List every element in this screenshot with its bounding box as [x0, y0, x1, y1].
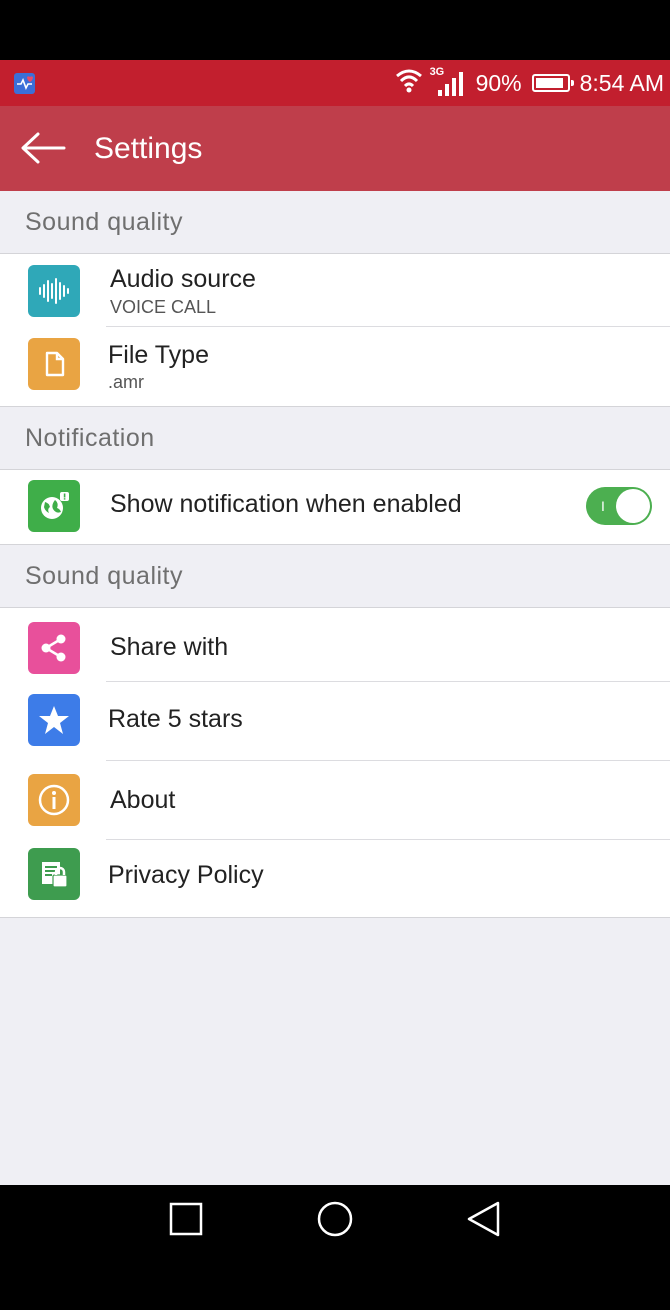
about-title: About: [110, 786, 176, 814]
audio-wave-icon: [28, 265, 80, 317]
audio-source-title: Audio source: [110, 265, 256, 293]
privacy-policy-title: Privacy Policy: [108, 861, 264, 889]
app-bar: Settings: [0, 106, 670, 191]
page-title: Settings: [94, 132, 203, 165]
battery-level: [535, 78, 563, 88]
toggle-knob: [616, 489, 650, 523]
status-bar: 3G 90% 8:54 AM: [0, 60, 670, 106]
audio-source-row[interactable]: Audio source VOICE CALL: [0, 254, 670, 326]
show-notification-title: Show notification when enabled: [110, 490, 462, 518]
system-nav-bar: [0, 1185, 670, 1251]
notification-card: Show notification when enabled I: [0, 469, 670, 545]
app-notification-icon: [14, 73, 35, 94]
cell-signal-icon: 3G: [430, 66, 470, 98]
audio-source-value: VOICE CALL: [110, 297, 217, 317]
phone-screen: 3G 90% 8:54 AM Settings Sound quality Au…: [0, 0, 670, 1310]
settings-list: Sound quality Audio source VOICE CALL Fi…: [0, 191, 670, 1185]
show-notification-row[interactable]: Show notification when enabled I: [0, 470, 670, 544]
section-header-notification: Notification: [25, 424, 155, 452]
share-icon: [28, 622, 80, 674]
file-type-row[interactable]: File Type .amr: [0, 327, 670, 407]
file-type-value: .amr: [108, 372, 144, 392]
battery-icon: [531, 74, 574, 92]
about-row[interactable]: About: [0, 761, 670, 839]
file-type-title: File Type: [108, 341, 209, 369]
toggle-on-mark: I: [601, 498, 605, 514]
privacy-policy-row[interactable]: Privacy Policy: [0, 840, 670, 918]
back-arrow-icon[interactable]: [20, 130, 66, 166]
section-header-sound-quality: Sound quality: [25, 208, 184, 236]
sound-quality-card: Audio source VOICE CALL File Type .amr: [0, 253, 670, 407]
battery-percent: 90%: [475, 69, 522, 96]
star-icon: [28, 694, 80, 746]
share-with-row[interactable]: Share with: [0, 608, 670, 681]
notification-toggle[interactable]: I: [586, 487, 652, 525]
home-icon[interactable]: [316, 1201, 353, 1237]
rate-row[interactable]: Rate 5 stars: [0, 682, 670, 760]
back-triangle-icon[interactable]: [466, 1201, 502, 1237]
share-with-title: Share with: [110, 633, 229, 661]
rate-title: Rate 5 stars: [108, 705, 243, 733]
notification-globe-icon: [28, 480, 80, 532]
more-card: Share with Rate 5 stars About Privacy Po…: [0, 607, 670, 918]
bottom-bezel: [0, 1251, 670, 1310]
file-icon: [28, 338, 80, 390]
section-header-sound-quality-2: Sound quality: [25, 562, 184, 590]
privacy-lock-icon: [28, 848, 80, 900]
recents-icon[interactable]: [168, 1201, 204, 1237]
top-bezel: [0, 0, 670, 60]
info-icon: [28, 774, 80, 826]
wifi-icon: [394, 67, 424, 99]
clock: 8:54 AM: [579, 69, 664, 96]
